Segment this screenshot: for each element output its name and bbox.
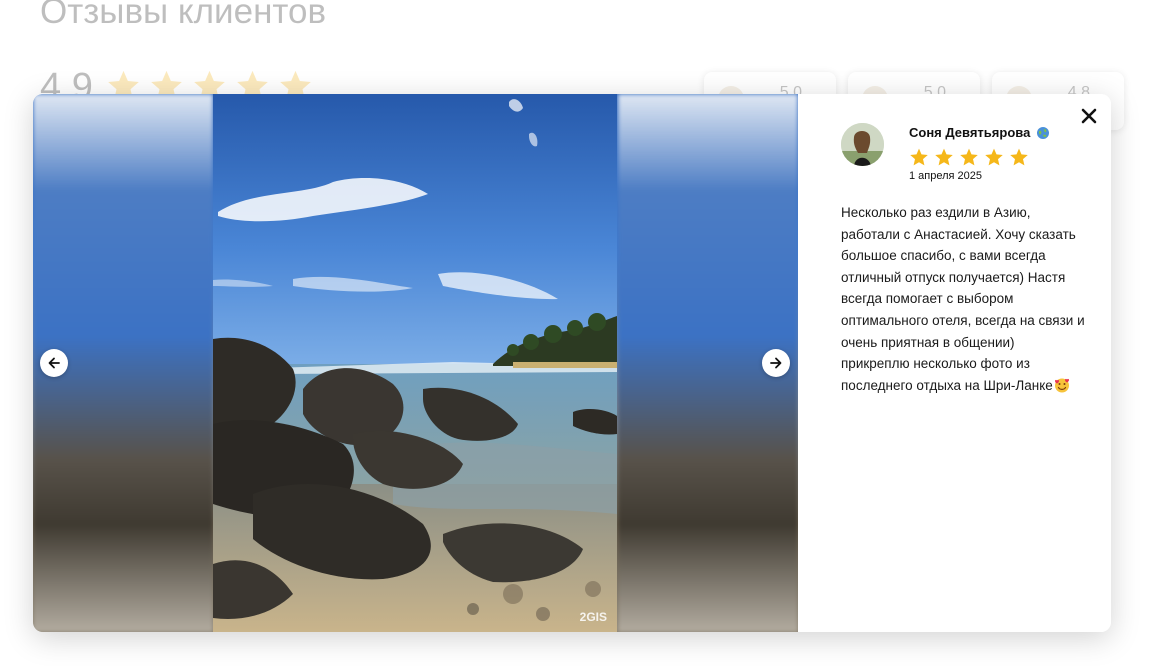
review-date: 1 апреля 2025: [909, 170, 983, 182]
page-title: Отзывы клиентов: [40, 0, 327, 31]
review-body: Несколько раз ездили в Азию, работали с …: [841, 205, 1085, 393]
author-avatar-image: [841, 123, 884, 166]
avatar: [841, 123, 884, 166]
star-icon: [935, 148, 953, 166]
review-panel: Соня Девятьярова 1 апреля 2025 Несколько…: [798, 94, 1111, 632]
star-icon: [960, 148, 978, 166]
review-author: Соня Девятьярова: [909, 125, 1050, 140]
gallery-photo: 2GIS: [213, 94, 617, 632]
close-icon: [1081, 108, 1097, 124]
star-icon: [1010, 148, 1028, 166]
close-button[interactable]: [1079, 106, 1099, 126]
review-text: Несколько раз ездили в Азию, работали с …: [841, 202, 1086, 396]
photo-gallery: 2GIS: [33, 94, 798, 632]
next-photo-button[interactable]: [762, 349, 790, 377]
star-icon: [985, 148, 1003, 166]
beach-photo: [213, 94, 617, 632]
review-stars: [909, 147, 1029, 167]
review-modal: 2GIS Соня Девятьярова 1 апреля 2025 Неск…: [33, 94, 1111, 632]
smiling-face-hearts-icon: [1054, 378, 1069, 393]
author-name: Соня Девятьярова: [909, 125, 1031, 140]
star-icon: [910, 148, 928, 166]
photo-watermark: 2GIS: [579, 610, 607, 624]
previous-photo-button[interactable]: [40, 349, 68, 377]
arrow-left-icon: [48, 357, 60, 369]
globe-icon: [1037, 126, 1050, 139]
arrow-right-icon: [770, 357, 782, 369]
